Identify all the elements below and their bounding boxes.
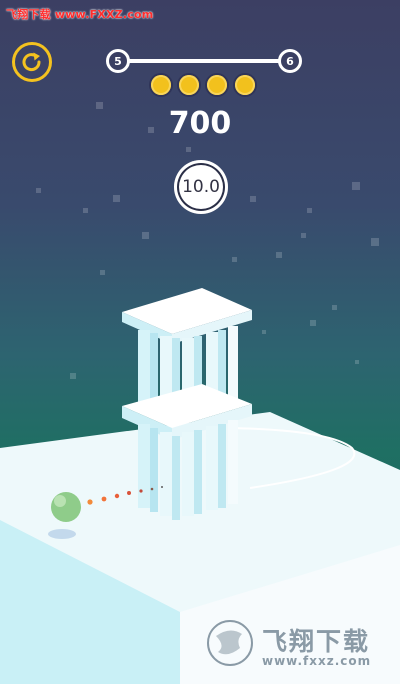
brand-url: www.fxxz.com bbox=[262, 654, 372, 668]
restart-button[interactable] bbox=[12, 42, 52, 82]
next-level-node: 6 bbox=[278, 49, 302, 73]
score: 700 bbox=[168, 106, 232, 141]
coin-icon bbox=[179, 75, 199, 95]
coin-icon bbox=[151, 75, 171, 95]
ball[interactable] bbox=[51, 492, 81, 522]
multiplier-badge: 10.0 bbox=[174, 160, 228, 214]
lower-pillars bbox=[138, 420, 238, 520]
game-scene[interactable] bbox=[0, 0, 400, 684]
watermark-top: 飞翔下载 www.FXXZ.com bbox=[6, 8, 154, 21]
coin-icon bbox=[235, 75, 255, 95]
level-progress-track bbox=[118, 59, 290, 63]
coin-icon bbox=[207, 75, 227, 95]
current-level-node: 5 bbox=[106, 49, 130, 73]
block-tower[interactable] bbox=[122, 288, 252, 520]
coin-row bbox=[151, 75, 255, 95]
restart-icon bbox=[22, 52, 41, 72]
brand-name: 飞翔下载 bbox=[262, 627, 371, 656]
ball-shadow bbox=[48, 529, 76, 539]
